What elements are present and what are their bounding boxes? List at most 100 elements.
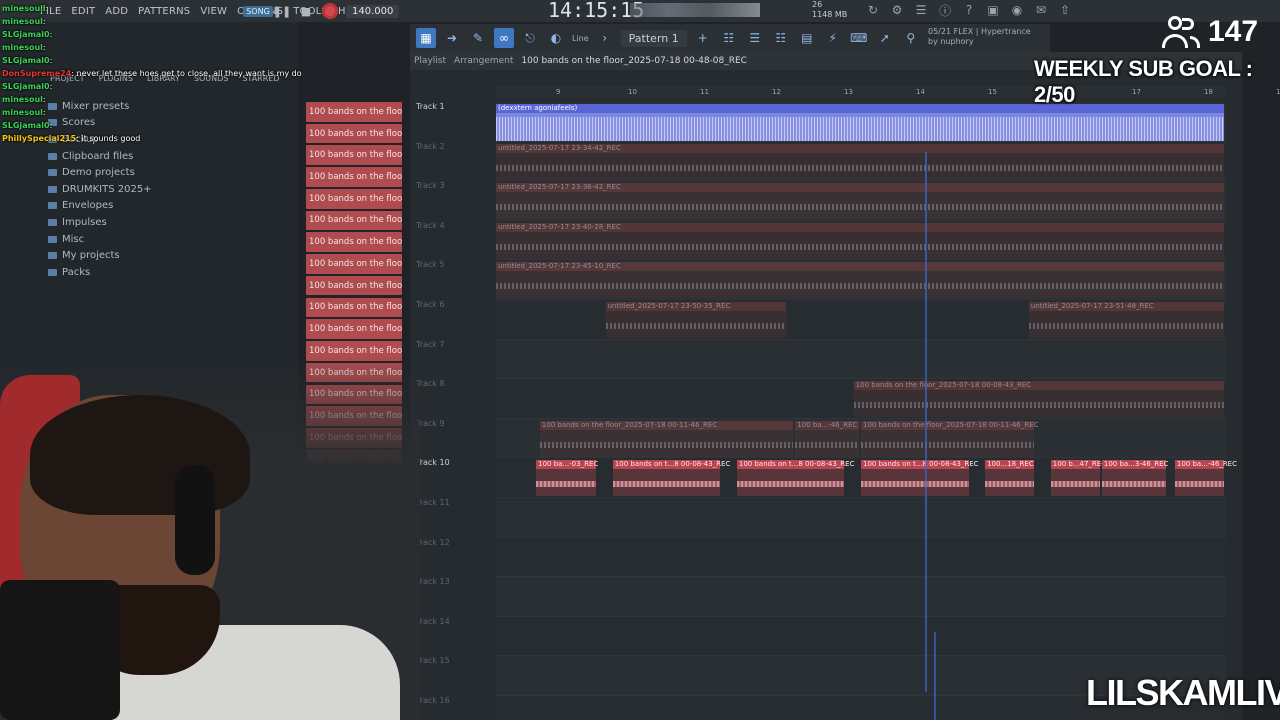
plus-icon[interactable]: + (693, 28, 713, 48)
cursor-icon[interactable]: ➚ (875, 28, 895, 48)
playlist-arrangement[interactable]: Arrangement (454, 56, 513, 66)
channel-button[interactable]: 100 bands on the floor_... (306, 102, 402, 122)
tempo-display[interactable]: 140.000 (346, 4, 400, 18)
audio-clip[interactable]: 100 bands on the floor_2025-07-18 00-08-… (853, 381, 1224, 418)
piano-roll-icon[interactable]: ☰ (745, 28, 765, 48)
audio-clip[interactable]: 100 b...47_REC (1050, 460, 1106, 497)
channel-button[interactable]: 100 bands on the floor_... (306, 275, 402, 296)
track-header[interactable]: Track 11 (416, 498, 496, 538)
track-header[interactable]: Track 14 (416, 617, 496, 657)
track-header[interactable]: Track 13 (416, 577, 496, 617)
pencil-icon[interactable]: ✎ (468, 28, 488, 48)
track-header[interactable]: Track 10 (416, 458, 496, 498)
channel-button[interactable]: 100 bands on the floor_... (306, 123, 402, 144)
snap-icon[interactable]: ◐ (546, 28, 566, 48)
channel-button[interactable]: 100 bands on the floor_... (306, 188, 402, 209)
chat-username[interactable]: SLGjamal0 (2, 82, 50, 91)
chat-username[interactable]: SLGjamal0 (2, 30, 50, 39)
upload-icon[interactable]: ⇧ (1057, 2, 1073, 18)
track-header[interactable]: Track 6 (416, 300, 496, 340)
chat-username[interactable]: PhillySpecial215 (2, 134, 76, 143)
help-icon[interactable]: ? (961, 2, 977, 18)
browser-folder-item[interactable]: Clipboard files (48, 148, 152, 165)
audio-clip[interactable]: untitled_2025-07-17 23-40-28_REC (496, 222, 1224, 259)
chat-username[interactable]: minesoul (2, 43, 43, 52)
browser-folder-item[interactable]: Packs (48, 264, 152, 281)
info-icon[interactable]: ⓘ (937, 2, 953, 18)
track-lane[interactable] (496, 339, 1226, 380)
track-lane[interactable]: untitled_2025-07-17 23-40-28_REC (496, 220, 1226, 261)
channel-button[interactable]: 100 bands on the floor_... (306, 232, 402, 252)
track-lane[interactable] (496, 616, 1226, 657)
channel-button[interactable]: 100 bands on the floor_... (306, 167, 402, 187)
track-lane[interactable]: untitled_2025-07-17 23-50-35_REC untitled… (496, 300, 1226, 340)
chat-username[interactable]: SLGjamal0 (2, 121, 50, 130)
track-header[interactable]: Track 1 (416, 102, 496, 142)
track-header[interactable]: Track 9 (416, 419, 496, 459)
track-lane[interactable]: 100 bands on the floor_2025-07-18 00-11-… (496, 418, 1226, 459)
cart-icon[interactable]: ⚲ (901, 28, 921, 48)
channel-button[interactable]: 100 bands on the floor_... (306, 210, 402, 231)
track-header[interactable]: Track 15 (416, 656, 496, 696)
link-icon[interactable]: ∞ (494, 28, 514, 48)
refresh-icon[interactable]: ↻ (865, 2, 881, 18)
audio-clip[interactable]: 100 ba...3-46_REC (1101, 460, 1168, 497)
chat-username[interactable]: SLGjamal0 (2, 56, 50, 65)
track-header[interactable]: Track 16 (416, 696, 496, 720)
browser-icon[interactable]: ▤ (797, 28, 817, 48)
chat-username[interactable]: minesoull (2, 4, 46, 13)
audio-clip[interactable]: 100...18_REC (985, 460, 1035, 497)
stamp-icon[interactable]: ⎋ (520, 28, 540, 48)
audio-clip[interactable]: untitled_2025-07-17 23-45-10_REC (496, 262, 1224, 299)
track-header[interactable]: Track 3 (416, 181, 496, 221)
arrow-right-icon[interactable]: ➜ (442, 28, 462, 48)
pattern-selector[interactable]: Pattern 1 (620, 29, 687, 47)
plugin-icon[interactable]: ⚡ (823, 28, 843, 48)
channel-button[interactable]: 100 bands on the floor_... (306, 145, 402, 166)
channel-button[interactable]: 100 bands on the floor_... (306, 297, 402, 318)
track-lane[interactable]: untitled_2025-07-17 23-34-42_REC (496, 141, 1226, 182)
track-header[interactable]: Track 12 (416, 538, 496, 578)
audio-clip[interactable]: 100 bands on t...8 00-08-43_REC (736, 460, 854, 497)
audio-clip[interactable]: 100 ba...-46_REC (795, 420, 859, 457)
channel-button[interactable]: 100 bands on the floor_... (306, 319, 402, 339)
camera-icon[interactable]: ◉ (1009, 2, 1025, 18)
audio-clip[interactable]: untitled_2025-07-17 23-50-35_REC (605, 302, 786, 338)
audio-clip[interactable]: 100 ba...-46_REC (1174, 460, 1237, 497)
chat-username[interactable]: minesoul (2, 17, 43, 26)
mixer-view-icon[interactable]: ☷ (771, 28, 791, 48)
track-header[interactable]: Track 4 (416, 221, 496, 261)
chat-icon[interactable]: ✉ (1033, 2, 1049, 18)
track-lane[interactable] (496, 498, 1226, 538)
browser-folder-item[interactable]: Demo projects (48, 164, 152, 181)
track-lane[interactable] (496, 577, 1226, 617)
track-lane[interactable]: untitled_2025-07-17 23-45-10_REC (496, 260, 1226, 300)
snap-mode-label[interactable]: Line (572, 34, 589, 43)
audio-clip[interactable]: 100 ba...-03_REC (536, 460, 598, 497)
playlist-view-icon[interactable]: ▦ (416, 28, 436, 48)
chat-username[interactable]: minesoul (2, 95, 43, 104)
track-lane[interactable]: 100 bands on the floor_2025-07-18 00-08-… (496, 379, 1226, 419)
chat-username[interactable]: minesoul (2, 108, 43, 117)
playhead-marker[interactable] (925, 152, 927, 692)
audio-clip[interactable]: untitled_2025-07-17 23-34-42_REC (496, 143, 1224, 180)
wrench-icon[interactable]: ⚙ (889, 2, 905, 18)
save-icon[interactable]: ▣ (985, 2, 1001, 18)
track-header[interactable]: Track 5 (416, 260, 496, 300)
track-lane[interactable] (496, 537, 1226, 578)
audio-clip[interactable]: 100 bands on t...8 00-08-43_REC (861, 460, 979, 497)
track-header[interactable]: Track 2 (416, 142, 496, 182)
browser-folder-item[interactable]: Misc (48, 231, 152, 248)
channel-rack-icon[interactable]: ☷ (719, 28, 739, 48)
audio-clip[interactable]: untitled_2025-07-17 23-51-48_REC (1028, 302, 1224, 338)
channel-button[interactable]: 100 bands on the floor_... (306, 254, 402, 274)
chat-username[interactable]: DonSupreme24 (2, 69, 71, 78)
audio-clip[interactable]: (dexxtern agoniafeels) (496, 104, 1224, 141)
chevron-right-icon[interactable]: › (595, 28, 615, 48)
track-lane[interactable]: 100 ba...-03_REC 100 bands on t...8 00-08… (496, 458, 1237, 498)
track-header[interactable]: Track 8 (416, 379, 496, 419)
audio-clip[interactable]: 100 bands on t...8 00-08-43_REC (612, 460, 730, 497)
browser-folder-item[interactable]: Envelopes (48, 198, 152, 215)
audio-clip[interactable]: 100 bands on the floor_2025-07-18 00-11-… (539, 420, 794, 457)
touch-keyboard-icon[interactable]: ⌨ (849, 28, 869, 48)
